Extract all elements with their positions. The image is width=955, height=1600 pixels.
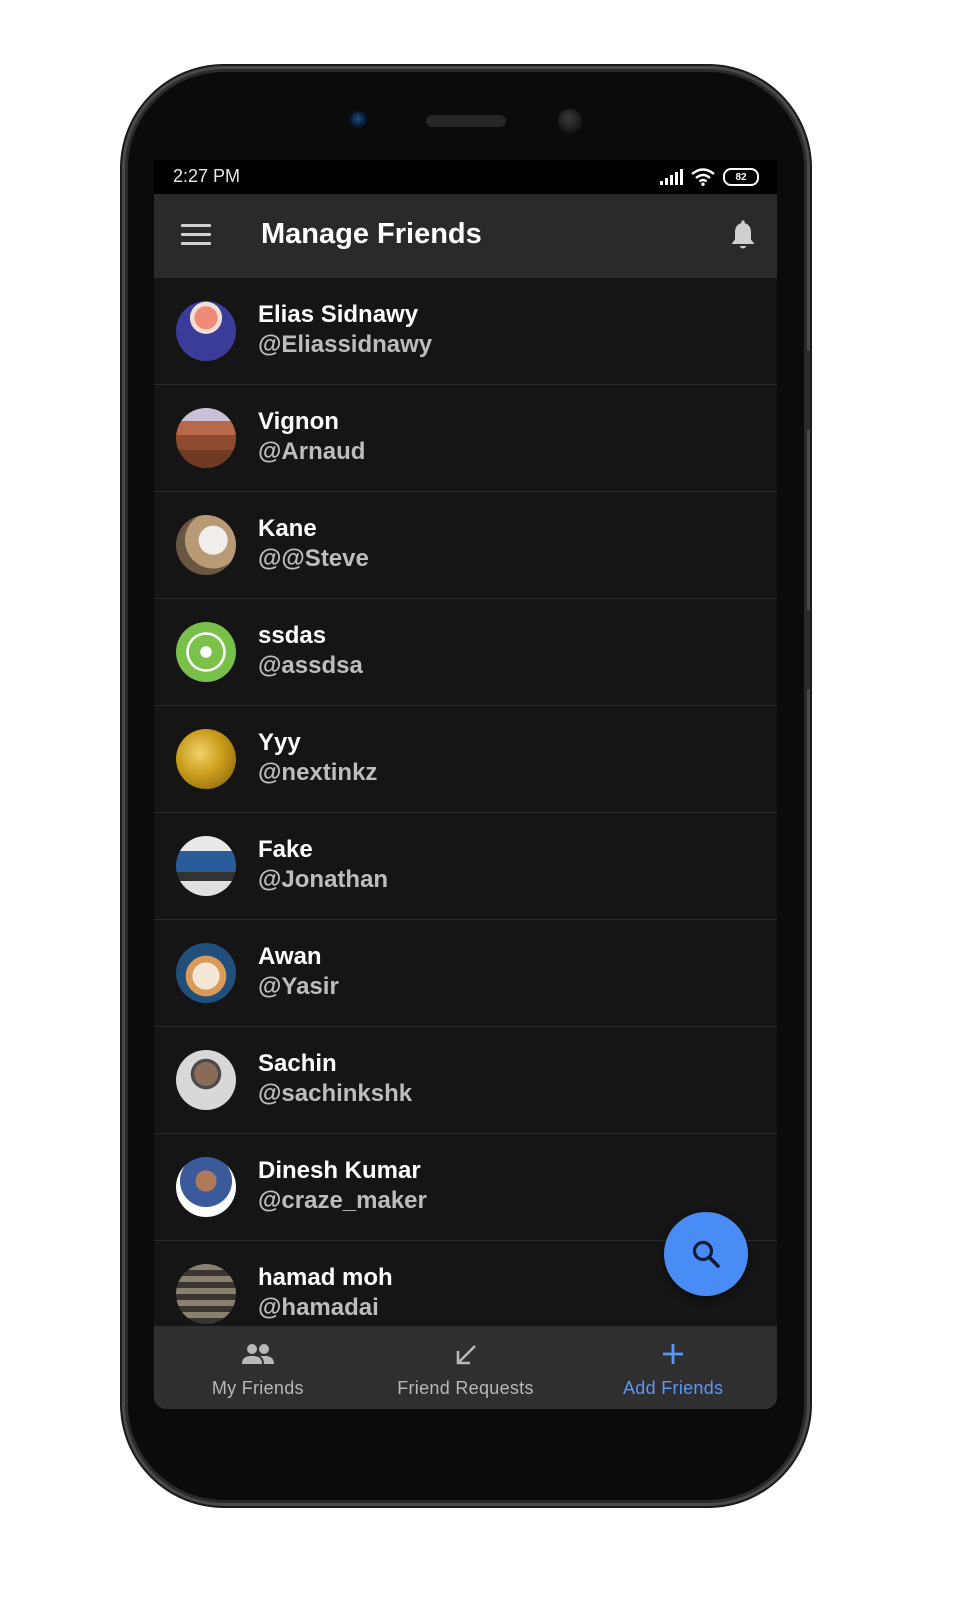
status-icons: 82 xyxy=(659,168,759,186)
list-item[interactable]: Vignon @Arnaud xyxy=(154,385,777,492)
avatar xyxy=(176,301,236,361)
avatar xyxy=(176,515,236,575)
avatar xyxy=(176,622,236,682)
page-title: Manage Friends xyxy=(261,218,482,250)
earpiece-speaker xyxy=(426,115,506,127)
arrow-down-left-icon xyxy=(456,1345,476,1365)
avatar xyxy=(176,943,236,1003)
menu-icon[interactable] xyxy=(181,224,211,246)
avatar xyxy=(176,408,236,468)
nav-my-friends[interactable]: My Friends xyxy=(154,1326,362,1409)
friend-handle: @@Steve xyxy=(258,545,369,572)
friend-handle: @Yasir xyxy=(258,973,339,1000)
front-camera xyxy=(349,110,369,130)
battery-icon: 82 xyxy=(723,168,759,186)
list-item[interactable]: Sachin @sachinkshk xyxy=(154,1027,777,1134)
list-item[interactable]: Yyy @nextinkz xyxy=(154,706,777,813)
search-fab-button[interactable] xyxy=(664,1212,748,1296)
avatar xyxy=(176,729,236,789)
friend-name: Vignon xyxy=(258,408,339,435)
list-item[interactable]: Elias Sidnawy @Eliassidnawy xyxy=(154,278,777,385)
friend-handle: @Jonathan xyxy=(258,866,389,893)
friend-name: Awan xyxy=(258,943,322,970)
wifi-icon xyxy=(691,168,715,186)
status-time: 2:27 PM xyxy=(173,166,241,186)
list-item[interactable]: Awan @Yasir xyxy=(154,920,777,1027)
friend-handle: @assdsa xyxy=(258,652,363,679)
friend-name: hamad moh xyxy=(258,1264,393,1291)
bottom-navigation: My Friends Friend Requests Add Friends xyxy=(154,1326,777,1409)
nav-label: My Friends xyxy=(211,1378,304,1398)
avatar xyxy=(176,1157,236,1217)
friend-name: Kane xyxy=(258,515,317,542)
avatar xyxy=(176,836,236,896)
people-icon xyxy=(241,1344,274,1364)
friend-name: Fake xyxy=(258,836,313,863)
proximity-sensor xyxy=(558,109,582,133)
search-icon xyxy=(692,1240,720,1268)
app-bar: Manage Friends xyxy=(154,194,777,278)
friend-name: Dinesh Kumar xyxy=(258,1157,421,1184)
friend-name: ssdas xyxy=(258,622,327,649)
status-bar: 2:27 PM 82 xyxy=(154,160,777,194)
nav-label: Friend Requests xyxy=(397,1378,534,1398)
friend-handle: @hamadai xyxy=(258,1294,379,1321)
bell-icon[interactable] xyxy=(729,220,757,252)
friend-handle: @craze_maker xyxy=(258,1187,427,1214)
friend-handle: @Arnaud xyxy=(258,438,366,465)
plus-icon xyxy=(663,1344,684,1364)
volume-down-button xyxy=(804,610,810,690)
friend-handle: @nextinkz xyxy=(258,759,378,786)
friends-list: Elias Sidnawy @Eliassidnawy Vignon @Arna… xyxy=(154,278,777,1326)
friend-name: Sachin xyxy=(258,1050,337,1077)
signal-icon xyxy=(660,169,683,185)
nav-label: Add Friends xyxy=(623,1378,724,1398)
list-item[interactable]: Kane @@Steve xyxy=(154,492,777,599)
friend-handle: @sachinkshk xyxy=(258,1080,413,1107)
friend-name: Elias Sidnawy xyxy=(258,301,419,328)
list-item[interactable]: Fake @Jonathan xyxy=(154,813,777,920)
friend-handle: @Eliassidnawy xyxy=(258,331,433,358)
nav-add-friends[interactable]: Add Friends xyxy=(569,1326,777,1409)
volume-up-button xyxy=(804,350,810,430)
friend-name: Yyy xyxy=(258,729,301,756)
avatar xyxy=(176,1264,236,1324)
app-screen: 2:27 PM 82 Manage Friends Elias Sidnawy … xyxy=(154,160,777,1409)
nav-friend-requests[interactable]: Friend Requests xyxy=(362,1326,570,1409)
avatar xyxy=(176,1050,236,1110)
list-item[interactable]: ssdas @assdsa xyxy=(154,599,777,706)
